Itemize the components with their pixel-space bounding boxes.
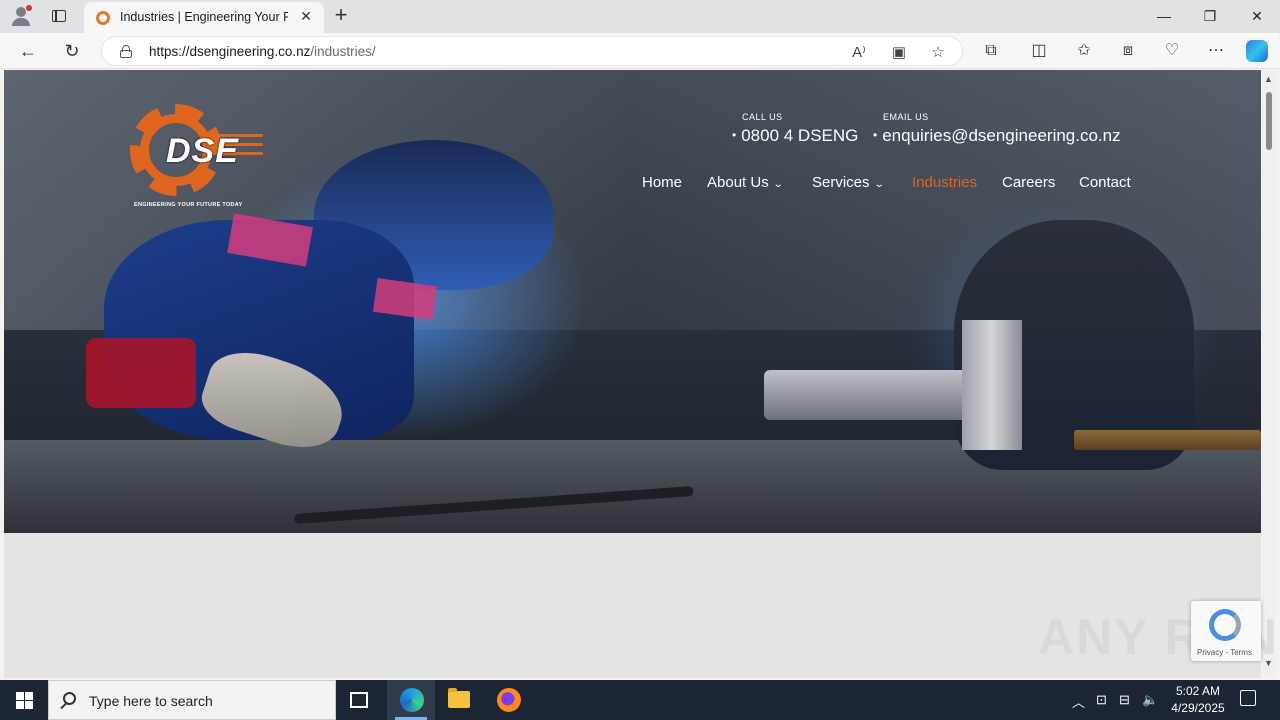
scroll-up-icon[interactable]: ▲ [1264, 74, 1273, 84]
logo-text: DSE [166, 132, 239, 170]
clock-date: 4/29/2025 [1171, 701, 1225, 715]
hero-image: DSE ENGINEERING YOUR FUTURE TODAY CALL U… [4, 70, 1261, 533]
search-placeholder: Type here to search [89, 693, 213, 709]
call-us-label: CALL US [742, 112, 783, 122]
url-host: https://dsengineering.co.nz [149, 44, 311, 59]
browser-title-bar: Industries | Engineering Your Future Tod… [0, 0, 1280, 33]
tray-device-icon[interactable]: ⊡ [1096, 692, 1107, 708]
copilot-icon[interactable] [1246, 40, 1268, 62]
start-button[interactable] [0, 680, 48, 720]
nav-home-label: Home [642, 174, 683, 191]
scroll-thumb[interactable] [1266, 92, 1272, 150]
nav-about-label: About Us [707, 174, 769, 191]
email-us-block: EMAIL US enquiries@dsengineering.co.nz [873, 112, 1120, 146]
recaptcha-icon [1209, 609, 1241, 641]
folder-icon [448, 688, 470, 708]
tray-chevron-icon[interactable]: ︿ [1072, 692, 1085, 711]
email-us-label: EMAIL US [883, 112, 929, 122]
recaptcha-terms[interactable]: Privacy - Terms [1197, 648, 1252, 657]
system-clock[interactable]: 5:02 AM 4/29/2025 [1160, 683, 1236, 717]
url-text[interactable]: https://dsengineering.co.nz/industries/ [149, 44, 376, 59]
nav-services[interactable]: Services ⌄ [812, 174, 885, 194]
phone-link[interactable]: 0800 4 DSENG [732, 126, 858, 146]
page-scrollbar[interactable]: ▲ ▼ [1262, 70, 1276, 678]
tab-title: Industries | Engineering Your Future Tod… [120, 10, 288, 24]
browser-toolbar: ← ↻ https://dsengineering.co.nz/industri… [0, 33, 1280, 69]
read-aloud-icon[interactable]: A⁾ [850, 45, 868, 61]
notification-icon[interactable] [1240, 690, 1256, 706]
new-tab-button[interactable]: + [330, 4, 352, 26]
logo-tagline: ENGINEERING YOUR FUTURE TODAY [134, 202, 243, 208]
nav-careers-label: Careers [1002, 174, 1056, 191]
taskbar-file-explorer[interactable] [435, 680, 483, 720]
firefox-icon [497, 688, 521, 712]
profile-icon[interactable] [10, 5, 32, 27]
windows-taskbar: Type here to search ︿ ⊡ ⊟ 🔈 5:02 AM 4/29… [0, 680, 1280, 720]
nav-about-us[interactable]: About Us ⌄ [707, 174, 784, 194]
site-logo[interactable]: DSE ENGINEERING YOUR FUTURE TODAY [130, 104, 265, 212]
favorite-star-icon[interactable]: ☆ [929, 45, 947, 61]
page-viewport: DSE ENGINEERING YOUR FUTURE TODAY CALL U… [4, 70, 1261, 678]
split-screen-icon[interactable]: ◫ [1028, 41, 1050, 61]
edge-icon [400, 688, 424, 712]
nav-industries-label: Industries [912, 174, 978, 191]
volume-icon[interactable]: 🔈 [1142, 692, 1158, 708]
nav-contact-label: Contact [1079, 174, 1131, 191]
call-us-block: CALL US 0800 4 DSENG [732, 112, 858, 146]
chevron-down-icon: ⌄ [873, 179, 885, 190]
nav-contact[interactable]: Contact [1079, 174, 1131, 194]
browser-essentials-icon[interactable]: ♡ [1161, 41, 1183, 61]
refresh-icon[interactable]: ↻ [58, 37, 86, 65]
network-icon[interactable]: ⊟ [1119, 692, 1130, 708]
tab-close-icon[interactable]: ✕ [298, 8, 314, 24]
recaptcha-badge[interactable]: Privacy - Terms [1191, 601, 1261, 661]
task-view-icon [350, 692, 368, 708]
search-icon [63, 692, 76, 705]
browser-tab-active[interactable]: Industries | Engineering Your Future Tod… [84, 2, 324, 33]
favorites-icon[interactable]: ✩ [1073, 41, 1095, 61]
email-link[interactable]: enquiries@dsengineering.co.nz [873, 126, 1120, 146]
tab-actions-icon[interactable] [50, 7, 70, 25]
extensions-icon[interactable]: ⧉ [980, 41, 1002, 61]
taskbar-firefox[interactable] [484, 680, 532, 720]
close-window-button[interactable]: ✕ [1234, 0, 1280, 32]
restore-button[interactable]: ❐ [1187, 0, 1233, 32]
taskbar-edge[interactable] [387, 680, 435, 720]
more-options-icon[interactable]: ⋯ [1205, 41, 1227, 61]
chevron-down-icon: ⌄ [772, 179, 784, 190]
minimize-button[interactable]: — [1141, 0, 1187, 32]
nav-services-label: Services [812, 174, 870, 191]
url-path: /industries/ [310, 44, 376, 59]
collections-icon[interactable]: ⧈ [1117, 41, 1139, 61]
lock-icon[interactable] [120, 45, 132, 58]
nav-home[interactable]: Home [642, 174, 682, 194]
clock-time: 5:02 AM [1175, 684, 1221, 698]
back-icon[interactable]: ← [14, 37, 42, 65]
task-view-button[interactable] [336, 680, 384, 720]
site-favicon-icon [96, 11, 110, 25]
nav-careers[interactable]: Careers [1002, 174, 1055, 194]
taskbar-search[interactable]: Type here to search [48, 680, 336, 720]
immersive-reader-icon[interactable]: ▣ [890, 45, 908, 61]
nav-industries[interactable]: Industries [912, 174, 977, 194]
address-bar[interactable]: https://dsengineering.co.nz/industries/ … [101, 36, 963, 66]
